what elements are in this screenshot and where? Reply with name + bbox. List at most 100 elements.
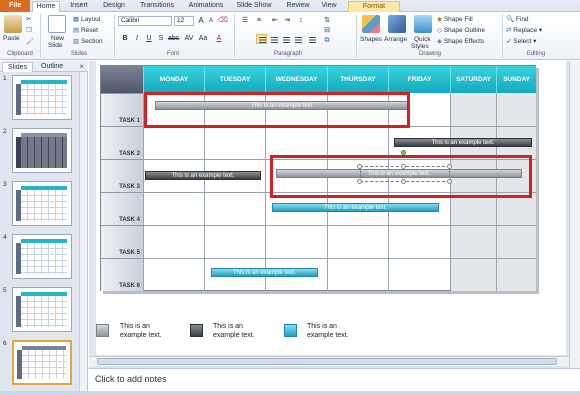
slide-thumbnail-1[interactable] [12, 75, 72, 120]
change-case-icon[interactable]: Aa [198, 34, 208, 44]
shape-outline-button[interactable]: ◇ Shape Outline [437, 26, 485, 34]
underline-icon[interactable]: U [144, 34, 154, 44]
separator [40, 14, 41, 58]
legend-text-line: example text. [120, 332, 162, 339]
format-painter-icon[interactable]: 🖌 [26, 37, 34, 45]
bold-icon[interactable]: B [120, 34, 130, 44]
tab-view[interactable]: View [318, 1, 340, 12]
slide-number: 3 [3, 181, 7, 188]
tab-file[interactable]: File [0, 0, 30, 12]
slide-thumbnail-3[interactable] [12, 181, 72, 226]
decrease-indent-icon[interactable]: ⇤ [270, 16, 280, 26]
paste-icon[interactable] [4, 15, 22, 33]
task-row-header: TASK 3 [101, 159, 143, 192]
quick-styles-icon[interactable] [414, 15, 432, 33]
select-button[interactable]: ➶ Select ▾ [506, 37, 536, 45]
align-text-icon[interactable]: ⊟ [322, 26, 332, 36]
tab-slide-show[interactable]: Slide Show [234, 1, 274, 12]
ribbon-tab-bar: File Home Insert Design Transitions Anim… [0, 0, 580, 13]
slides-group-label: Slides [70, 51, 88, 57]
slide-number: 2 [3, 128, 7, 135]
paste-label[interactable]: Paste [3, 35, 20, 42]
layout-button[interactable]: ▦ Layout [73, 15, 101, 23]
align-lines [271, 37, 278, 43]
slide-thumbnail-4[interactable] [12, 234, 72, 279]
shape-effects-button[interactable]: ◈ Shape Effects [437, 37, 484, 45]
arrange-icon[interactable] [388, 15, 406, 33]
reset-button[interactable]: ▤ Reset [73, 26, 98, 34]
legend-text-line: example text. [307, 332, 349, 339]
legend-text-line: This is an [120, 323, 150, 330]
panel-scrollbar[interactable] [79, 72, 87, 391]
align-right-icon[interactable] [280, 34, 291, 44]
section-label: Section [80, 38, 103, 45]
line-spacing-icon[interactable]: ↕ [296, 16, 306, 26]
slide-number: 6 [3, 340, 7, 347]
italic-icon[interactable]: I [132, 34, 142, 44]
character-spacing-icon[interactable]: AV [184, 34, 194, 44]
panel-tab-bar: Slides Outline × [0, 61, 88, 72]
shapes-icon[interactable] [362, 15, 380, 33]
section-button[interactable]: ▥ Section [73, 37, 103, 45]
close-icon[interactable]: × [79, 62, 84, 71]
day-header: TUESDAY [204, 66, 265, 93]
vertical-scrollbar[interactable] [569, 61, 580, 368]
increase-indent-icon[interactable]: ⇥ [282, 16, 292, 26]
tab-design[interactable]: Design [100, 1, 128, 12]
slide-thumbnail-2[interactable] [12, 128, 72, 173]
slides-panel: Slides Outline × 1 2 3 4 5 6 [0, 61, 88, 391]
grow-font-icon[interactable]: A [196, 16, 206, 26]
replace-button[interactable]: ⇄ Replace ▾ [506, 26, 542, 34]
event-bar[interactable]: This is an example text. [272, 203, 439, 212]
shape-fill-button[interactable]: ◆ Shape Fill [437, 15, 473, 23]
font-name-select[interactable]: Calibri [118, 16, 172, 26]
new-slide-icon[interactable] [48, 15, 66, 33]
slide-thumbnail-5[interactable] [12, 287, 72, 332]
text-direction-icon[interactable]: ⇅ [322, 16, 332, 26]
thumb-grid [21, 137, 67, 168]
quick-styles-label[interactable]: Quick [414, 36, 431, 43]
clear-formatting-icon[interactable]: ⌫ [218, 16, 228, 26]
day-header: FRIDAY [388, 66, 450, 93]
event-bar[interactable]: This is an example text. [394, 138, 532, 147]
tab-animations[interactable]: Animations [186, 1, 226, 12]
shadow-icon[interactable]: S [156, 34, 166, 44]
strikethrough-icon[interactable]: abc [168, 34, 179, 44]
tab-transitions[interactable]: Transitions [136, 1, 178, 12]
find-icon: 🔍 [506, 16, 515, 23]
scrollbar-thumb[interactable] [97, 358, 557, 365]
align-center-icon[interactable] [268, 34, 279, 44]
separator [234, 14, 235, 58]
shape-fill-label: Shape Fill [443, 16, 473, 23]
arrange-label[interactable]: Arrange [384, 36, 407, 43]
shrink-font-icon[interactable]: A [206, 16, 216, 26]
copy-icon[interactable]: ❐ [26, 26, 32, 34]
align-left-icon[interactable] [256, 34, 267, 44]
new-slide-label[interactable]: New [51, 35, 64, 42]
grid-line [143, 258, 536, 259]
tab-slides[interactable]: Slides [2, 62, 34, 72]
find-button[interactable]: 🔍 Find [506, 15, 529, 23]
notes-placeholder[interactable]: Click to add notes [95, 374, 167, 384]
slide-thumbnail-6[interactable] [12, 340, 72, 385]
cut-icon[interactable]: ✂ [26, 15, 31, 23]
tab-insert[interactable]: Insert [66, 1, 92, 12]
horizontal-scrollbar[interactable] [89, 356, 569, 366]
event-bar[interactable]: This is an example text. [211, 268, 318, 277]
tab-outline[interactable]: Outline [36, 62, 68, 72]
font-color-icon[interactable]: A [214, 34, 224, 44]
quick-styles-label-2[interactable]: Styles [411, 43, 429, 50]
tab-review[interactable]: Review [284, 1, 312, 12]
justify-icon[interactable] [292, 34, 303, 44]
day-header: SATURDAY [450, 66, 496, 93]
columns-icon[interactable] [306, 34, 317, 44]
bullets-icon[interactable]: ☰ [240, 16, 250, 26]
smartart-icon[interactable]: ⧉ [322, 36, 332, 46]
font-size-select[interactable]: 12 [174, 16, 194, 26]
notes-pane[interactable]: Click to add notes [89, 368, 580, 391]
numbering-icon[interactable]: ≡ [254, 16, 264, 26]
shapes-label[interactable]: Shapes [360, 36, 382, 43]
new-slide-label-2[interactable]: Slide [48, 42, 62, 49]
task-row-header: TASK 1 [101, 93, 143, 126]
event-bar[interactable]: This is an example text. [145, 171, 261, 180]
